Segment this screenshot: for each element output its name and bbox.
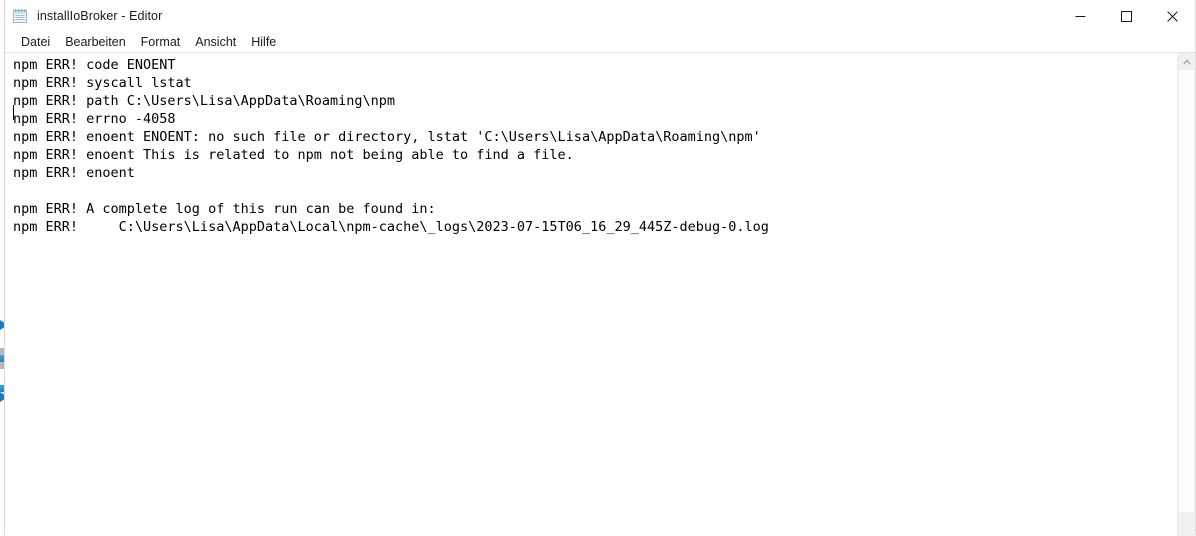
text-caret [13, 105, 14, 120]
notepad-window: installIoBroker - Editor Datei Bearbeite… [4, 0, 1196, 536]
editor-line: npm ERR! enoent [13, 165, 135, 181]
menu-item-datei[interactable]: Datei [14, 34, 57, 50]
scroll-down-button[interactable] [1178, 519, 1195, 536]
close-icon [1166, 10, 1178, 22]
title-bar[interactable]: installIoBroker - Editor [5, 0, 1195, 32]
scroll-up-button[interactable] [1178, 53, 1195, 70]
text-editor-surface[interactable]: npm ERR! code ENOENT npm ERR! syscall ls… [5, 53, 1177, 536]
menu-item-ansicht[interactable]: Ansicht [188, 34, 243, 50]
minimize-button[interactable] [1057, 0, 1103, 32]
minimize-icon [1075, 15, 1085, 17]
maximize-icon [1120, 10, 1132, 22]
chevron-up-icon [1182, 58, 1191, 64]
menu-bar: Datei Bearbeiten Format Ansicht Hilfe [5, 32, 1195, 52]
window-controls [1057, 0, 1195, 32]
editor-line: npm ERR! path C:\Users\Lisa\AppData\Roam… [13, 93, 396, 109]
scrollbar-thumb[interactable] [1179, 70, 1194, 512]
vertical-scrollbar[interactable] [1177, 53, 1195, 536]
editor-line: npm ERR! enoent This is related to npm n… [13, 147, 574, 163]
close-button[interactable] [1149, 0, 1195, 32]
editor-line: npm ERR! A complete log of this run can … [13, 201, 436, 217]
editor-line-blank [13, 182, 1177, 200]
editor-line: npm ERR! C:\Users\Lisa\AppData\Local\npm… [13, 219, 769, 235]
menu-item-bearbeiten[interactable]: Bearbeiten [58, 34, 132, 50]
maximize-button[interactable] [1103, 0, 1149, 32]
menu-item-hilfe[interactable]: Hilfe [244, 34, 283, 50]
editor-line: npm ERR! errno -4058 [13, 111, 176, 127]
editor-line: npm ERR! syscall lstat [13, 75, 192, 91]
editor-line: npm ERR! code ENOENT [13, 57, 176, 73]
window-title: installIoBroker - Editor [37, 9, 163, 23]
editor-line: npm ERR! enoent ENOENT: no such file or … [13, 129, 761, 145]
menu-item-format[interactable]: Format [134, 34, 188, 50]
notepad-icon [12, 8, 28, 24]
editor-area: npm ERR! code ENOENT npm ERR! syscall ls… [5, 52, 1195, 536]
